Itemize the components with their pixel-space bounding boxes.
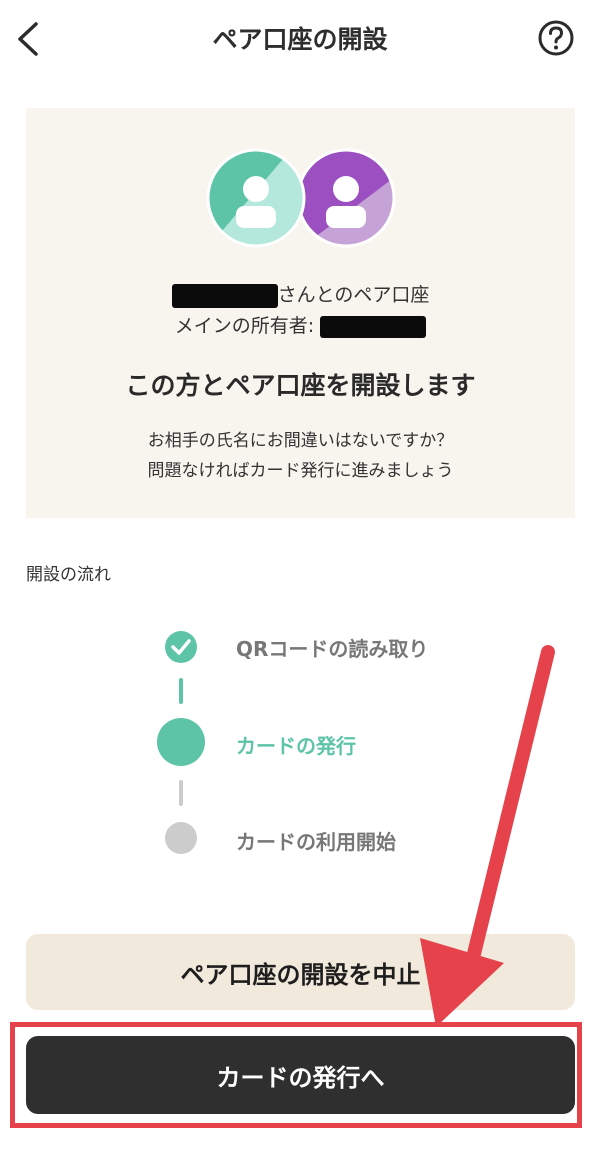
- redacted-partner-name: [171, 283, 278, 308]
- avatar-pair: [206, 148, 396, 248]
- redacted-owner-name: [320, 315, 427, 338]
- issue-card-button[interactable]: カードの発行へ: [26, 1036, 575, 1114]
- flow-stepper: [157, 631, 205, 854]
- step-label-card-start: カードの利用開始: [236, 830, 396, 854]
- header-bar: ペア口座の開設: [0, 0, 600, 78]
- flow-section-label: 開設の流れ: [26, 565, 111, 585]
- partner-suffix: さんとのペア口座: [277, 284, 430, 306]
- step-done-check-icon: [165, 631, 197, 663]
- owner-prefix: メインの所有者:: [174, 315, 315, 337]
- step-connector-1: [179, 678, 183, 704]
- avatar-user: [208, 150, 304, 246]
- confirm-headline: この方とペア口座を開設します: [125, 371, 476, 400]
- step-connector-2: [179, 780, 183, 806]
- pair-account-card: さんとのペア口座 メインの所有者: この方とペア口座を開設します お相手の氏名に…: [26, 108, 575, 518]
- question-circle-icon: [538, 20, 574, 56]
- step-label-qr: QRコードの読み取り: [236, 637, 429, 661]
- help-button[interactable]: [536, 18, 576, 58]
- step-pending-dot: [165, 822, 197, 854]
- description-line-2: 問題なければカード発行に進みましょう: [147, 461, 454, 481]
- page-title: ペア口座の開設: [212, 25, 388, 54]
- confirm-description: お相手の氏名にお間違いはないですか？ 問題なければカード発行に進みましょう: [26, 426, 575, 486]
- partner-name-line: さんとのペア口座: [26, 280, 575, 308]
- cancel-pair-account-button[interactable]: ペア口座の開設を中止: [26, 934, 575, 1010]
- avatar-partner: [298, 150, 394, 246]
- step-current-dot: [157, 718, 205, 766]
- owner-line: メインの所有者:: [26, 311, 575, 338]
- step-label-card-issue: カードの発行: [236, 734, 356, 758]
- description-line-1: お相手の氏名にお間違いはないですか？: [147, 431, 454, 451]
